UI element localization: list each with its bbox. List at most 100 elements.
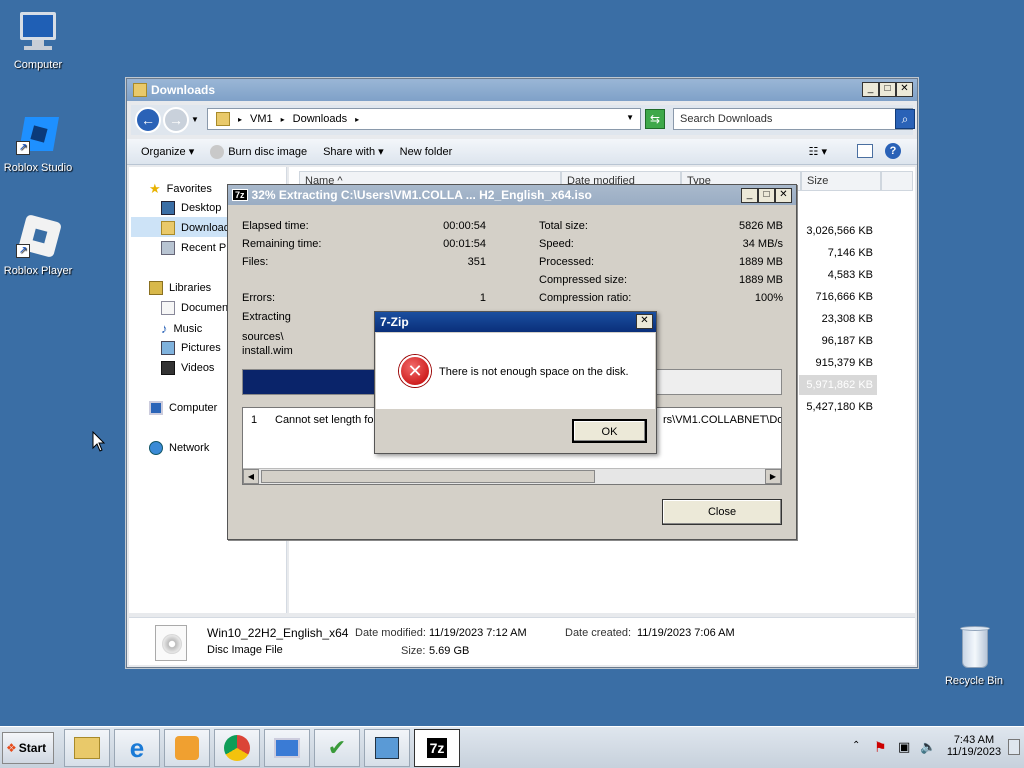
column-header-extra[interactable] bbox=[881, 171, 913, 191]
clock[interactable]: 7:43 AM 11/19/2023 bbox=[944, 734, 1004, 758]
ratio-value: 100% bbox=[754, 292, 783, 304]
desktop-icon-roblox-player[interactable]: ↗ Roblox Player bbox=[0, 213, 83, 277]
desktop-icon-recycle-bin[interactable]: Recycle Bin bbox=[929, 624, 1019, 687]
start-button[interactable]: ❖ Start bbox=[2, 732, 54, 764]
taskbar: ❖ Start e ✔ 7z ⌃ ⚑ ▣ 🔈 7:43 AM 11/19/2023 bbox=[0, 726, 1024, 768]
view-options-icon[interactable]: ☷ ▾ bbox=[809, 145, 827, 158]
nav-videos[interactable]: Videos bbox=[161, 361, 214, 375]
forward-button[interactable]: → bbox=[163, 107, 189, 133]
nav-computer[interactable]: Computer bbox=[149, 401, 217, 415]
details-pane: Win10_22H2_English_x64 Disc Image File D… bbox=[129, 617, 915, 665]
speed-label: Speed: bbox=[539, 238, 574, 250]
size-cell-selected[interactable]: 5,971,862 KB bbox=[799, 375, 877, 395]
preview-pane-icon[interactable] bbox=[857, 144, 873, 158]
new-folder-button[interactable]: New folder bbox=[400, 146, 453, 158]
size-cell: 915,379 KB bbox=[815, 357, 874, 369]
help-icon[interactable]: ? bbox=[885, 143, 901, 159]
size-cell: 7,146 KB bbox=[827, 247, 873, 259]
nav-desktop[interactable]: Desktop bbox=[161, 201, 221, 215]
details-date-modified: 11/19/2023 7:12 AM bbox=[429, 627, 527, 639]
back-button[interactable]: ← bbox=[135, 107, 161, 133]
remaining-label: Remaining time: bbox=[242, 238, 322, 250]
nav-favorites[interactable]: ★ Favorites bbox=[149, 181, 212, 197]
taskbar-task-tool[interactable]: ✔ bbox=[314, 729, 360, 767]
organize-button[interactable]: Organize ▾ bbox=[141, 145, 194, 158]
minimize-button[interactable]: _ bbox=[741, 188, 758, 203]
taskbar-chrome[interactable] bbox=[214, 729, 260, 767]
pictures-icon bbox=[161, 341, 175, 355]
scroll-left-button[interactable]: ◀ bbox=[243, 469, 259, 484]
error-message: There is not enough space on the disk. bbox=[439, 366, 629, 378]
recent-pages-chevron-icon[interactable]: ▼ bbox=[191, 115, 199, 124]
disc-image-file-icon bbox=[155, 625, 187, 661]
desktop-icon-label: Recycle Bin bbox=[944, 675, 1004, 687]
burn-disc-image-button[interactable]: Burn disc image bbox=[210, 144, 307, 159]
maximize-button[interactable]: □ bbox=[758, 188, 775, 203]
breadcrumb-item[interactable]: VM1 bbox=[250, 113, 273, 125]
windows-logo-icon: ❖ bbox=[6, 741, 17, 755]
command-bar: Organize ▾ Burn disc image Share with ▾ … bbox=[127, 139, 917, 165]
progress-title: 32% Extracting C:\Users\VM1.COLLA ... H2… bbox=[251, 188, 592, 202]
size-cell: 96,187 KB bbox=[821, 335, 873, 347]
size-cell: 23,308 KB bbox=[821, 313, 873, 325]
error-dialog: 7-Zip ✕ ✕ There is not enough space on t… bbox=[374, 311, 657, 454]
total-size-value: 5826 MB bbox=[738, 220, 783, 232]
desktop-icon bbox=[161, 201, 175, 215]
taskbar-media-player[interactable] bbox=[164, 729, 210, 767]
chevron-down-icon[interactable]: ▸ bbox=[355, 115, 359, 124]
downloads-icon bbox=[161, 221, 175, 235]
taskbar-ie[interactable]: e bbox=[114, 729, 160, 767]
recent-places-icon bbox=[161, 241, 175, 255]
close-extraction-button[interactable]: Close bbox=[662, 499, 782, 525]
horizontal-scrollbar[interactable]: ◀ ▶ bbox=[243, 468, 781, 484]
refresh-button[interactable]: ⇆ bbox=[645, 109, 665, 129]
scroll-right-button[interactable]: ▶ bbox=[765, 469, 781, 484]
close-button[interactable]: ✕ bbox=[896, 82, 913, 97]
close-button[interactable]: ✕ bbox=[775, 188, 792, 203]
media-player-icon bbox=[175, 736, 199, 760]
chevron-down-icon[interactable]: ▸ bbox=[238, 115, 242, 124]
ok-button[interactable]: OK bbox=[572, 419, 647, 443]
clock-time: 7:43 AM bbox=[953, 734, 995, 746]
minimize-button[interactable]: _ bbox=[862, 82, 879, 97]
folder-icon bbox=[74, 737, 100, 759]
nav-music[interactable]: ♪ Music bbox=[161, 321, 202, 336]
details-date-created-label: Date created: bbox=[565, 627, 632, 639]
taskbar-remote-desktop[interactable] bbox=[264, 729, 310, 767]
nav-documents[interactable]: Documents bbox=[161, 301, 237, 315]
chrome-icon bbox=[224, 735, 250, 761]
nav-downloads[interactable]: Downloads bbox=[161, 221, 235, 235]
compressed-label: Compressed size: bbox=[539, 274, 628, 286]
files-label: Files: bbox=[242, 256, 269, 268]
chevron-down-icon[interactable]: ▸ bbox=[281, 115, 285, 124]
desktop-icon-computer[interactable]: Computer bbox=[0, 8, 83, 71]
search-input[interactable]: Search Downloads bbox=[673, 108, 913, 130]
volume-muted-icon[interactable]: 🔈 bbox=[920, 739, 936, 755]
error-dialog-close-button[interactable]: ✕ bbox=[636, 314, 653, 329]
details-filename: Win10_22H2_English_x64 bbox=[207, 626, 349, 640]
share-with-button[interactable]: Share with ▾ bbox=[323, 145, 384, 158]
network-tray-icon[interactable]: ▣ bbox=[898, 739, 910, 755]
action-center-flag-icon[interactable]: ⚑ bbox=[874, 739, 887, 756]
maximize-button[interactable]: □ bbox=[879, 82, 896, 97]
column-header-size[interactable]: Size bbox=[801, 171, 881, 191]
search-icon[interactable]: ⌕ bbox=[895, 109, 915, 129]
taskbar-explorer[interactable] bbox=[64, 729, 110, 767]
breadcrumb-item[interactable]: Downloads bbox=[293, 113, 347, 125]
desktop-icon-label: Roblox Player bbox=[3, 265, 73, 277]
size-cell: 716,666 KB bbox=[815, 291, 874, 303]
show-hidden-icons-button[interactable]: ⌃ bbox=[852, 740, 860, 751]
address-dropdown-icon[interactable]: ▼ bbox=[626, 113, 634, 122]
elapsed-label: Elapsed time: bbox=[242, 220, 309, 232]
taskbar-network-tool[interactable] bbox=[364, 729, 410, 767]
log-index: 1 bbox=[251, 414, 258, 426]
nav-libraries[interactable]: Libraries bbox=[149, 281, 211, 295]
nav-network[interactable]: Network bbox=[149, 441, 209, 455]
taskbar-7zip[interactable]: 7z bbox=[414, 729, 460, 767]
show-desktop-button[interactable] bbox=[1008, 739, 1020, 755]
breadcrumb[interactable]: ▸ VM1 ▸ Downloads ▸ ▼ bbox=[207, 108, 641, 130]
7zip-icon: 7z bbox=[426, 738, 448, 758]
scroll-thumb[interactable] bbox=[261, 470, 595, 483]
desktop-icon-roblox-studio[interactable]: ↗ Roblox Studio bbox=[0, 111, 83, 174]
nav-pictures[interactable]: Pictures bbox=[161, 341, 221, 355]
